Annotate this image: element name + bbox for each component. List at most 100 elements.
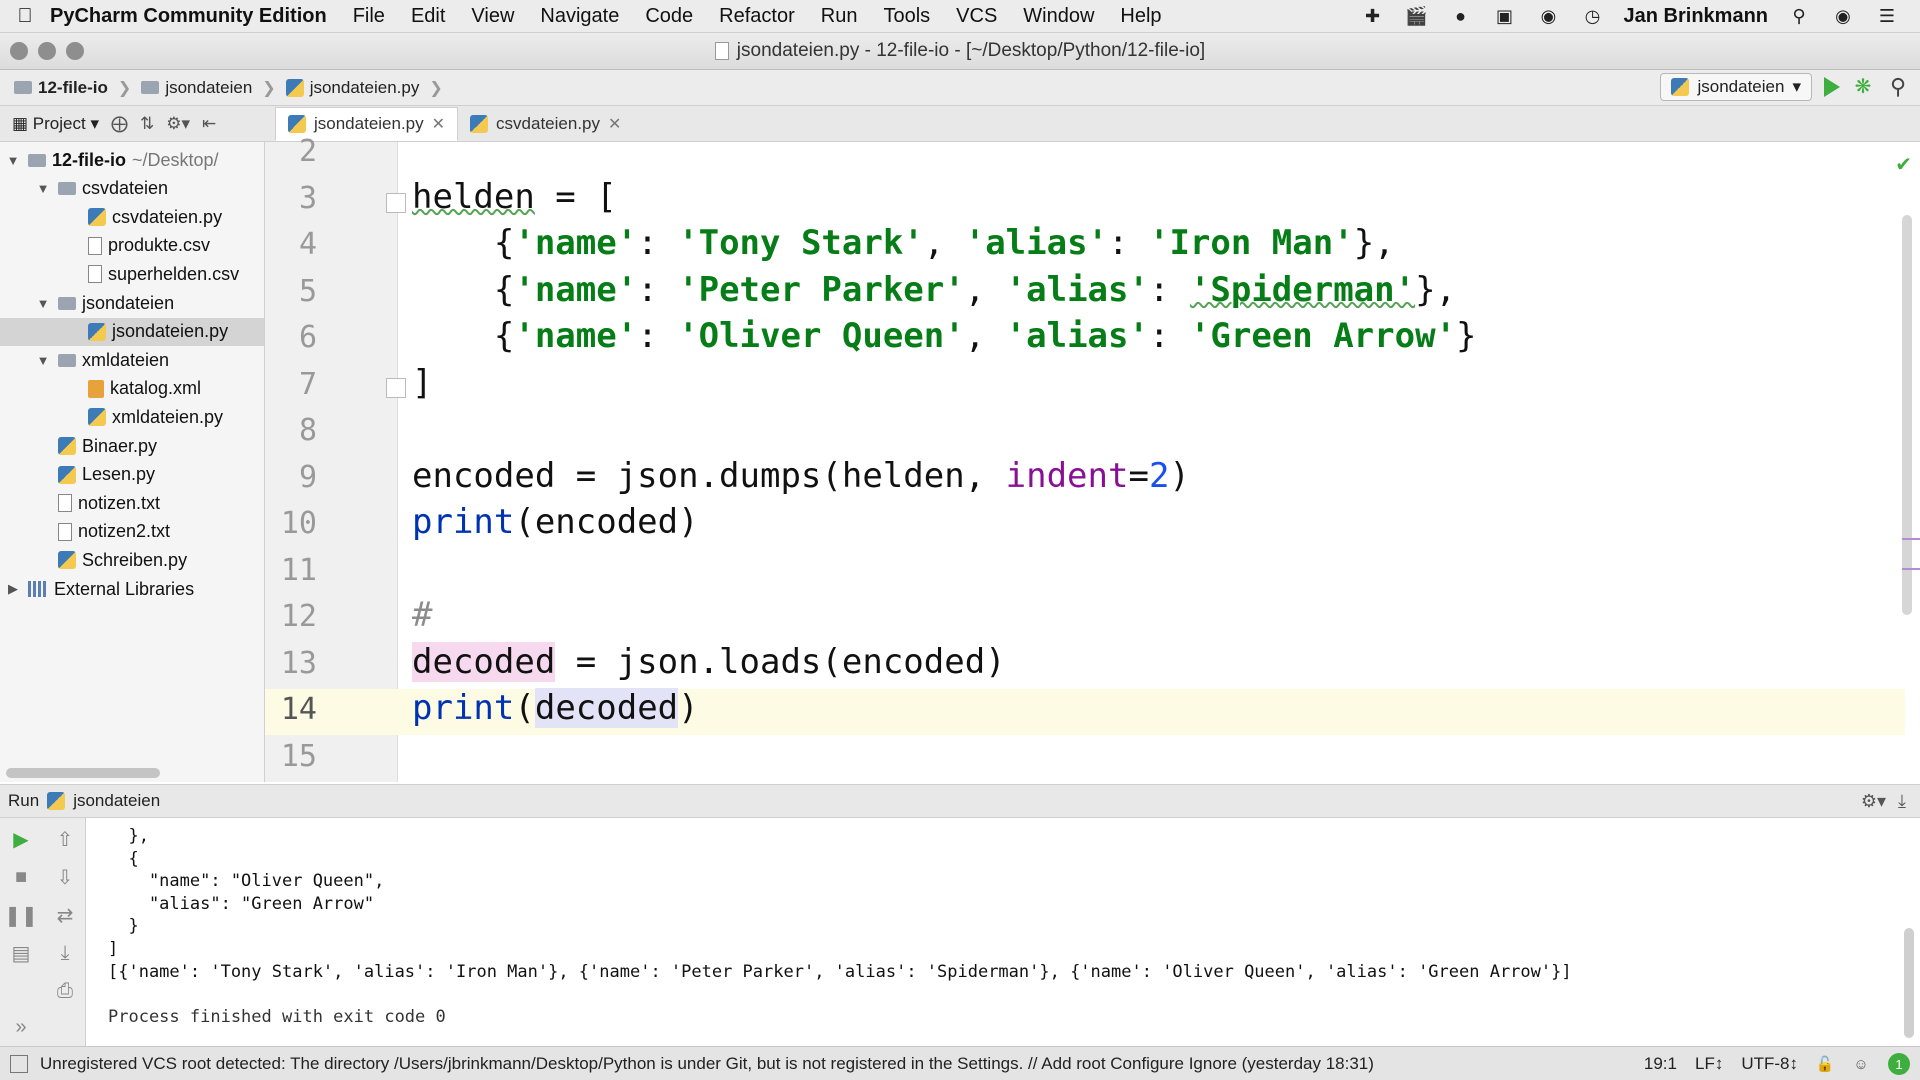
close-window-button[interactable] bbox=[10, 42, 28, 60]
code-line[interactable]: helden = [ bbox=[412, 177, 617, 217]
tree-item[interactable]: csvdateien.py bbox=[0, 203, 264, 231]
hide-panel-icon[interactable]: ⇤ bbox=[202, 114, 216, 134]
tree-item[interactable]: superhelden.csv bbox=[0, 260, 264, 288]
tree-item[interactable]: katalog.xml bbox=[0, 375, 264, 403]
code-line[interactable]: encoded = json.dumps(helden, indent=2) bbox=[412, 456, 1190, 496]
menu-view[interactable]: View bbox=[471, 5, 514, 28]
clock-icon[interactable]: ◷ bbox=[1580, 6, 1606, 28]
minimize-window-button[interactable] bbox=[38, 42, 56, 60]
chat-icon[interactable]: ◉ bbox=[1536, 6, 1562, 28]
menu-navigate[interactable]: Navigate bbox=[540, 5, 619, 28]
tree-item[interactable]: notizen.txt bbox=[0, 489, 264, 517]
code-line[interactable]: {'name': 'Peter Parker', 'alias': 'Spide… bbox=[412, 270, 1456, 310]
breadcrumb-folder[interactable]: jsondateien bbox=[141, 78, 252, 98]
print-icon[interactable]: ⎙ bbox=[52, 978, 78, 1004]
toggle-tool-windows-icon[interactable] bbox=[10, 1054, 28, 1073]
run-configuration-dropdown[interactable]: jsondateien ▾ bbox=[1660, 73, 1812, 101]
more-icon[interactable]: » bbox=[8, 1014, 34, 1040]
tree-item[interactable]: produkte.csv bbox=[0, 232, 264, 260]
tree-item[interactable]: xmldateien.py bbox=[0, 403, 264, 431]
fold-close-icon[interactable] bbox=[386, 378, 406, 398]
chevron-right-icon[interactable]: ▶ bbox=[6, 581, 20, 597]
tree-item[interactable]: ▼ jsondateien bbox=[0, 289, 264, 317]
search-everywhere-icon[interactable]: ⚲ bbox=[1886, 74, 1910, 100]
tree-item[interactable]: Binaer.py bbox=[0, 432, 264, 460]
breadcrumb-project[interactable]: 12-file-io bbox=[14, 78, 108, 98]
caret-position[interactable]: 19:1 bbox=[1644, 1054, 1677, 1074]
menu-tools[interactable]: Tools bbox=[883, 5, 930, 28]
gear-icon[interactable]: ⚙▾ bbox=[166, 114, 190, 134]
code-line[interactable]: # bbox=[412, 595, 432, 635]
spotlight-search-icon[interactable]: ⚲ bbox=[1786, 6, 1812, 28]
zoom-window-button[interactable] bbox=[66, 42, 84, 60]
menu-run[interactable]: Run bbox=[821, 5, 858, 28]
project-view-selector[interactable]: ▦ Project ▾ bbox=[12, 114, 99, 134]
clapper-icon[interactable]: 🎬 bbox=[1404, 6, 1430, 28]
tab-csvdateien[interactable]: csvdateien.py ✕ bbox=[458, 107, 633, 141]
lock-icon[interactable]: 🔓 bbox=[1816, 1055, 1835, 1073]
scroll-to-end-icon[interactable]: ⤓ bbox=[52, 940, 78, 966]
file-encoding[interactable]: UTF-8↕ bbox=[1741, 1054, 1798, 1074]
project-tree-scrollbar[interactable] bbox=[6, 768, 160, 778]
tree-item[interactable]: Lesen.py bbox=[0, 461, 264, 489]
menu-window[interactable]: Window bbox=[1023, 5, 1094, 28]
menu-refactor[interactable]: Refactor bbox=[719, 5, 795, 28]
tree-item[interactable]: Schreiben.py bbox=[0, 546, 264, 574]
tree-item[interactable]: notizen2.txt bbox=[0, 518, 264, 546]
scroll-marker[interactable] bbox=[1902, 538, 1920, 540]
user-name[interactable]: Jan Brinkmann bbox=[1624, 5, 1768, 28]
vcs-notification[interactable]: Unregistered VCS root detected: The dire… bbox=[40, 1054, 1374, 1074]
close-icon[interactable]: ✕ bbox=[432, 114, 445, 134]
run-panel-label[interactable]: Run bbox=[8, 791, 39, 811]
chevron-down-icon[interactable]: ▼ bbox=[36, 353, 50, 368]
breadcrumb-file[interactable]: jsondateien.py bbox=[285, 78, 419, 98]
plus-icon[interactable]: ✚ bbox=[1360, 6, 1386, 28]
app-menu[interactable]: PyCharm Community Edition bbox=[50, 5, 327, 28]
run-button[interactable] bbox=[1824, 77, 1840, 97]
siri-icon[interactable]: ◉ bbox=[1830, 6, 1856, 28]
close-icon[interactable]: ✕ bbox=[608, 114, 621, 134]
camera-icon[interactable]: ▣ bbox=[1492, 6, 1518, 28]
menu-file[interactable]: File bbox=[353, 5, 385, 28]
notification-center-icon[interactable]: ☰ bbox=[1874, 6, 1900, 28]
tree-item[interactable]: ▼ csvdateien bbox=[0, 175, 264, 203]
code-line[interactable]: print(encoded) bbox=[412, 502, 699, 542]
stop-icon[interactable]: ■ bbox=[8, 864, 34, 890]
menu-code[interactable]: Code bbox=[645, 5, 693, 28]
arrow-up-icon[interactable]: ⇧ bbox=[52, 826, 78, 852]
code-line[interactable]: {'name': 'Oliver Queen', 'alias': 'Green… bbox=[412, 316, 1477, 356]
chevron-down-icon[interactable]: ▼ bbox=[6, 153, 20, 168]
tree-item[interactable]: ▶ External Libraries bbox=[0, 575, 264, 603]
pause-icon[interactable]: ❚❚ bbox=[4, 902, 38, 928]
code-line[interactable]: ] bbox=[412, 363, 432, 403]
soft-wrap-icon[interactable]: ⇄ bbox=[52, 902, 78, 928]
editor-scrollbar[interactable] bbox=[1902, 215, 1912, 615]
apple-icon[interactable]:  bbox=[0, 5, 50, 28]
inspector-icon[interactable]: ☺ bbox=[1852, 1055, 1870, 1073]
chevron-down-icon[interactable]: ▼ bbox=[36, 296, 50, 311]
event-log-badge[interactable]: 1 bbox=[1888, 1053, 1910, 1075]
console-scrollbar[interactable] bbox=[1904, 928, 1914, 1038]
arrow-down-icon[interactable]: ⇩ bbox=[52, 864, 78, 890]
run-panel-config[interactable]: jsondateien bbox=[73, 791, 160, 811]
hide-panel-icon[interactable]: ⤓ bbox=[1898, 791, 1906, 812]
menu-help[interactable]: Help bbox=[1120, 5, 1161, 28]
gear-icon[interactable]: ⚙▾ bbox=[1861, 791, 1886, 812]
code-line[interactable]: {'name': 'Tony Stark', 'alias': 'Iron Ma… bbox=[412, 223, 1395, 263]
menu-edit[interactable]: Edit bbox=[411, 5, 445, 28]
collapse-all-icon[interactable]: ⇅ bbox=[140, 114, 154, 134]
rerun-icon[interactable]: ▶ bbox=[8, 826, 34, 852]
inspection-ok-icon[interactable]: ✔ bbox=[1895, 152, 1912, 177]
tree-item[interactable]: ▼ xmldateien bbox=[0, 346, 264, 374]
chevron-down-icon[interactable]: ▼ bbox=[36, 181, 50, 196]
line-separator[interactable]: LF↕ bbox=[1695, 1054, 1723, 1074]
scroll-from-source-icon[interactable]: ⨁ bbox=[111, 114, 128, 134]
code-line[interactable]: print(decoded) bbox=[412, 688, 699, 728]
leaf-icon[interactable]: ● bbox=[1448, 6, 1474, 28]
menu-vcs[interactable]: VCS bbox=[956, 5, 997, 28]
code-line[interactable]: decoded = json.loads(encoded) bbox=[412, 641, 1006, 682]
restore-layout-icon[interactable]: ▤ bbox=[8, 940, 34, 966]
debug-bug-icon[interactable]: ❋ bbox=[1852, 76, 1874, 98]
tree-item[interactable]: ▼ 12-file-io ~/Desktop/ bbox=[0, 146, 264, 174]
tree-item[interactable]: jsondateien.py bbox=[0, 317, 264, 346]
